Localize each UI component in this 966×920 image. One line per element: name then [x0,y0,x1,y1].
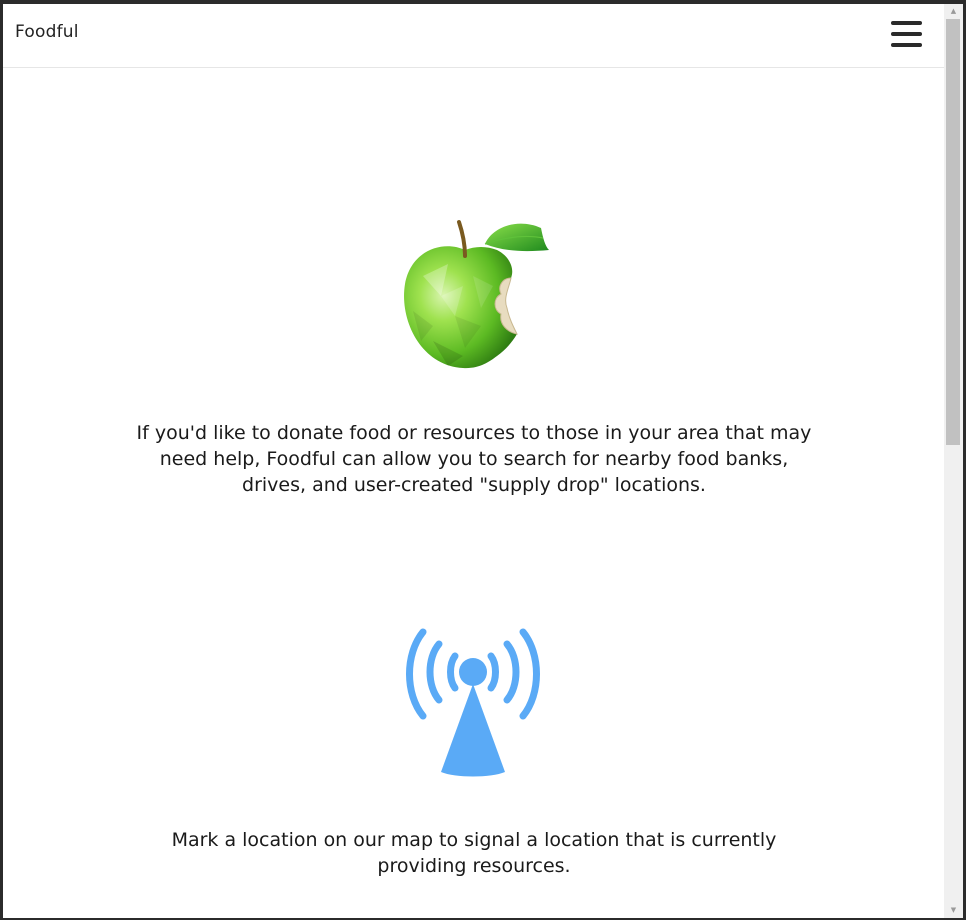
scrollbar-thumb[interactable] [946,19,960,445]
hamburger-menu-icon[interactable] [889,19,923,49]
menu-bar-bottom [891,43,922,47]
vertical-scrollbar[interactable]: ▲ ▼ [944,4,963,918]
brand-logo-text[interactable]: Foodful [15,22,79,42]
navbar: Foodful [3,4,944,68]
scroll-down-arrow-icon[interactable]: ▼ [944,903,963,918]
scroll-up-arrow-icon[interactable]: ▲ [944,4,963,19]
menu-bar-middle [891,32,922,36]
browser-window: Foodful If you'd like to donate food or … [3,4,963,918]
menu-bar-top [891,21,922,25]
mark-location-description-text: Mark a location on our map to signal a l… [171,829,777,877]
broadcast-tower-icon [406,628,540,777]
green-apple-icon [404,220,549,369]
donate-description-text: If you'd like to donate food or resource… [136,422,812,496]
